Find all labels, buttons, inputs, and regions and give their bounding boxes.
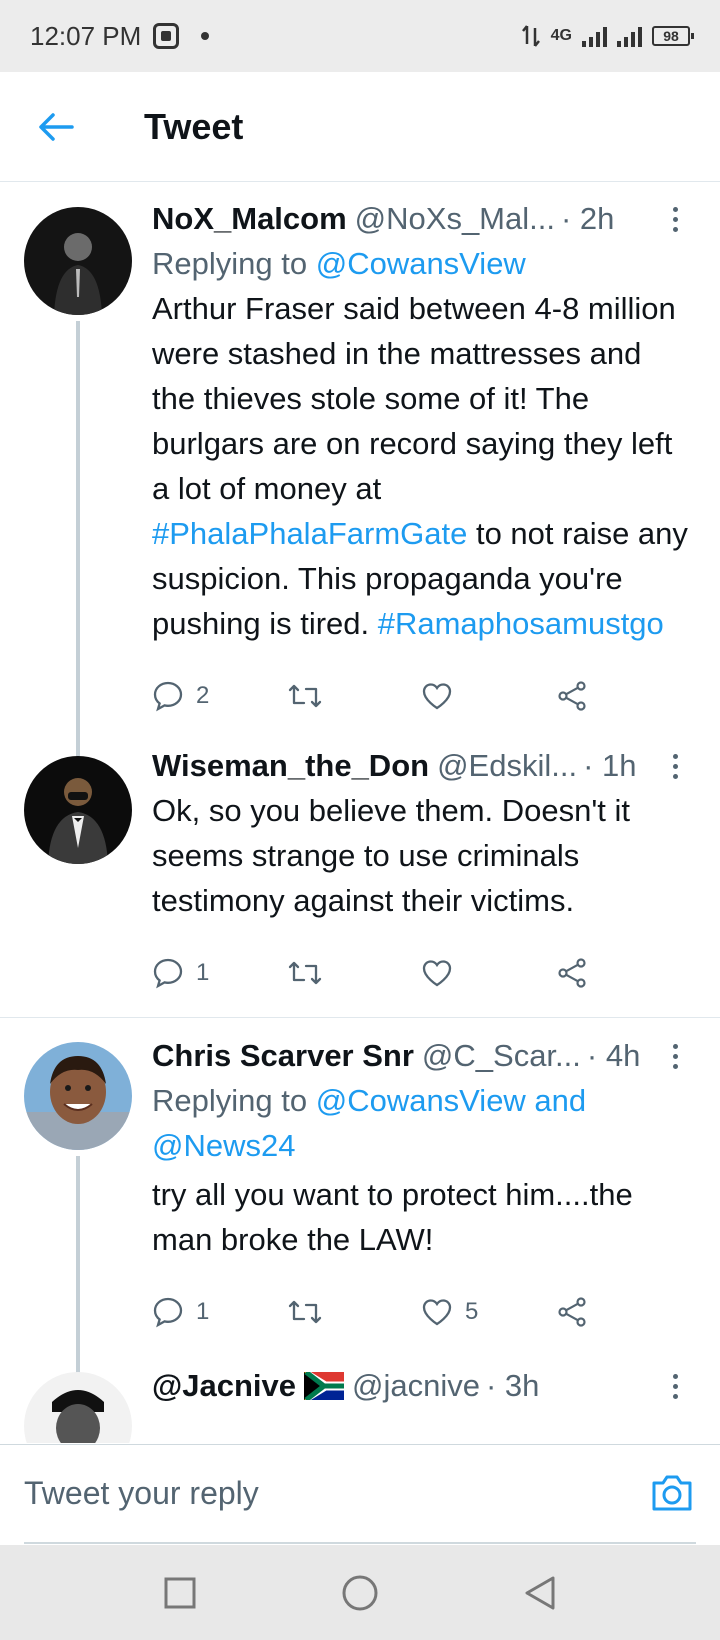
more-options-icon[interactable] xyxy=(660,206,690,232)
signal-strength-2-icon xyxy=(617,25,642,47)
circle-icon xyxy=(342,1575,378,1610)
reply-input-underline xyxy=(24,1542,696,1544)
comment-icon xyxy=(153,681,183,712)
tweet-1[interactable]: NoX_Malcom @NoXs_Mal... · 2h Replying to… xyxy=(0,183,720,861)
avatar[interactable] xyxy=(24,1042,132,1150)
reply-button[interactable]: 2 xyxy=(152,680,287,712)
network-type: 4G xyxy=(550,27,572,44)
share-icon xyxy=(557,681,586,711)
battery-icon: 98 xyxy=(652,26,694,46)
author-handle[interactable]: @Edskil... xyxy=(437,748,577,784)
recents-button[interactable] xyxy=(155,1568,205,1618)
home-button[interactable] xyxy=(335,1568,385,1618)
more-options-icon[interactable] xyxy=(660,1373,690,1399)
reply-button[interactable]: 1 xyxy=(152,957,287,989)
arrow-left-icon xyxy=(39,112,74,141)
reply-input[interactable]: Tweet your reply xyxy=(24,1475,584,1512)
replies-feed[interactable]: NoX_Malcom @NoXs_Mal... · 2h Replying to… xyxy=(0,183,720,1443)
tweet-text: Ok, so you believe them. Doesn't it seem… xyxy=(152,793,631,918)
share-button[interactable] xyxy=(556,1296,691,1328)
tweet-text: try all you want to protect him....the m… xyxy=(152,1177,633,1257)
tweet-actions: 1 xyxy=(152,933,690,1013)
replying-to: Replying to @CowansView and @News24 xyxy=(152,1078,690,1168)
tweet-text: Arthur Fraser said between 4-8 million w… xyxy=(152,286,690,646)
status-time: 12:07 PM xyxy=(30,20,142,51)
retweet-button[interactable] xyxy=(287,680,422,712)
retweet-button[interactable] xyxy=(287,957,422,989)
hashtag-link[interactable]: #Ramaphosamustgo xyxy=(378,606,664,641)
more-options-icon[interactable] xyxy=(660,1043,690,1069)
more-options-icon[interactable] xyxy=(660,753,690,779)
replying-to: Replying to @CowansView xyxy=(152,241,690,286)
reply-composer: Tweet your reply xyxy=(0,1444,720,1544)
author-name[interactable]: NoX_Malcom xyxy=(152,201,347,237)
author-name[interactable]: Chris Scarver Snr xyxy=(152,1038,414,1074)
replying-to-label: Replying to xyxy=(152,246,308,281)
tweet-time: · 2h xyxy=(560,201,615,236)
square-icon xyxy=(164,1577,196,1608)
page-title: Tweet xyxy=(144,105,244,147)
back-button[interactable] xyxy=(26,97,86,157)
like-button[interactable]: 5 xyxy=(421,1297,556,1327)
tweet-actions: 2 xyxy=(152,656,690,736)
signal-strength-icon xyxy=(582,25,607,47)
author-handle[interactable]: @jacnive xyxy=(352,1368,480,1404)
like-count: 5 xyxy=(465,1298,479,1325)
tweet-time: · 3h xyxy=(485,1368,540,1403)
tweet-actions: 1 5 xyxy=(152,1272,690,1352)
camera-icon xyxy=(652,1475,692,1511)
heart-icon xyxy=(422,683,452,710)
avatar[interactable] xyxy=(24,1372,132,1443)
share-button[interactable] xyxy=(556,680,691,712)
south-africa-flag-icon xyxy=(303,1372,344,1400)
like-button[interactable] xyxy=(421,681,556,711)
share-icon xyxy=(557,1297,586,1327)
tweet-time: · 4h xyxy=(586,1038,641,1073)
tweet-4[interactable]: @Jacnive @jacnive · 3h xyxy=(0,1352,720,1443)
battery-level: 98 xyxy=(663,28,679,44)
share-button[interactable] xyxy=(556,957,691,989)
heart-icon xyxy=(422,960,452,987)
author-handle[interactable]: @C_Scar... xyxy=(422,1038,581,1074)
retweet-icon xyxy=(288,961,321,985)
camera-button[interactable] xyxy=(650,1473,694,1518)
reply-count: 1 xyxy=(196,1298,210,1325)
system-navigation-bar xyxy=(0,1545,720,1640)
comment-icon xyxy=(153,1297,183,1328)
retweet-icon xyxy=(288,1300,321,1324)
reply-button[interactable]: 1 xyxy=(152,1296,287,1328)
avatar[interactable] xyxy=(24,207,132,315)
retweet-icon xyxy=(288,684,321,708)
comment-icon xyxy=(153,958,183,989)
author-name[interactable]: Wiseman_the_Don xyxy=(152,748,429,784)
hashtag-link[interactable]: #PhalaPhalaFarmGate xyxy=(152,516,467,551)
data-transfer-icon xyxy=(521,25,540,47)
status-bar: 12:07 PM 4G 98 xyxy=(0,0,720,72)
thread-line xyxy=(76,1156,80,1376)
tweet-text-part: Arthur Fraser said between 4-8 million w… xyxy=(152,291,676,506)
tweet-3[interactable]: Chris Scarver Snr @C_Scar... · 4h Replyi… xyxy=(0,1018,720,1376)
retweet-button[interactable] xyxy=(287,1296,422,1328)
heart-icon xyxy=(422,1299,452,1326)
reply-count: 2 xyxy=(196,682,210,709)
triangle-back-icon xyxy=(525,1576,555,1609)
tweet-2[interactable]: Wiseman_the_Don @Edskil... · 1h Ok, so y… xyxy=(0,736,720,1013)
top-app-bar: Tweet xyxy=(0,72,720,182)
replying-to-label: Replying to xyxy=(152,1083,308,1118)
like-button[interactable] xyxy=(421,958,556,988)
reply-count: 1 xyxy=(196,959,210,986)
share-icon xyxy=(557,958,586,988)
app-notification-icon xyxy=(153,23,180,49)
avatar[interactable] xyxy=(24,756,132,864)
author-handle[interactable]: @NoXs_Mal... xyxy=(355,201,555,237)
notification-dot-icon xyxy=(201,32,210,40)
tweet-time: · 1h xyxy=(583,748,637,783)
replying-to-link[interactable]: @CowansView xyxy=(316,246,526,281)
author-name[interactable]: @Jacnive xyxy=(152,1368,296,1404)
system-back-button[interactable] xyxy=(515,1568,565,1618)
